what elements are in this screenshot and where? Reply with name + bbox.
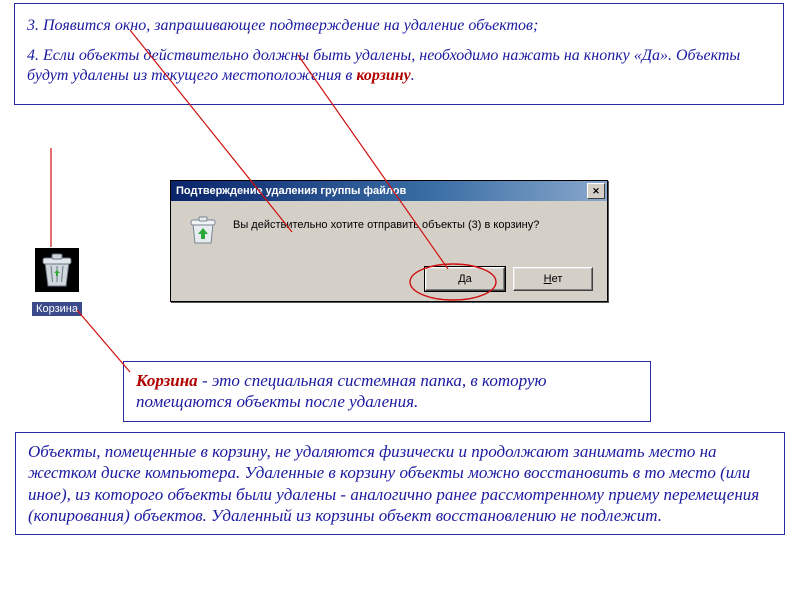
yes-hotkey: Д: [458, 273, 465, 285]
no-button[interactable]: Нет: [513, 267, 593, 291]
recycle-bin-icon: [35, 248, 79, 292]
yes-button[interactable]: Да: [425, 267, 505, 291]
dialog-titlebar[interactable]: Подтверждение удаления группы файлов ✕: [171, 181, 607, 201]
step-4-part2: .: [411, 67, 415, 84]
definition-lead: Корзина: [136, 371, 198, 390]
no-rest: ет: [552, 273, 563, 285]
close-button[interactable]: ✕: [587, 183, 605, 199]
step-3-text: 3. Появится окно, запрашивающее подтверж…: [27, 16, 771, 36]
yes-rest: а: [466, 273, 472, 285]
definition-box: Корзина - это специальная системная папк…: [123, 361, 651, 422]
no-hotkey: Н: [544, 273, 552, 285]
close-icon: ✕: [592, 187, 600, 196]
definition-body: - это специальная системная папка, в кот…: [136, 371, 546, 411]
instruction-box: 3. Появится окно, запрашивающее подтверж…: [14, 3, 784, 105]
step-4-text: 4. Если объекты действительно должны быт…: [27, 46, 771, 86]
bottom-paragraph: Объекты, помещенные в корзину, не удаляю…: [28, 442, 759, 525]
step-4-highlight: корзину: [356, 67, 410, 84]
desktop-recycle-bin[interactable]: Корзина: [27, 248, 87, 317]
bottom-paragraph-box: Объекты, помещенные в корзину, не удаляю…: [15, 432, 785, 535]
recycle-confirm-icon: [187, 215, 219, 247]
recycle-bin-label: Корзина: [32, 302, 82, 316]
dialog-title: Подтверждение удаления группы файлов: [176, 185, 585, 197]
dialog-message: Вы действительно хотите отправить объект…: [233, 217, 539, 231]
confirm-delete-dialog: Подтверждение удаления группы файлов ✕ В…: [170, 180, 608, 302]
dialog-button-row: Да Нет: [425, 267, 593, 291]
dialog-body: Вы действительно хотите отправить объект…: [171, 201, 607, 301]
